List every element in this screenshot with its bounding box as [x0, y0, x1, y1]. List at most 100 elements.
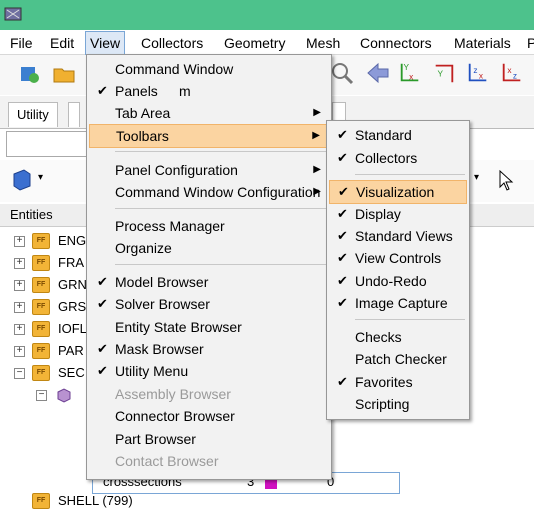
menu-item-solver-browser[interactable]: ✔ Solver Browser	[89, 293, 329, 315]
folder-icon: FF	[32, 277, 50, 293]
menu-separator	[355, 174, 465, 175]
menu-materials[interactable]: Materials	[450, 33, 515, 53]
tab-utility[interactable]: Utility	[8, 102, 58, 127]
tree-row-label: PAR	[58, 343, 84, 358]
import-icon[interactable]	[52, 61, 76, 85]
back-arrow-icon[interactable]	[366, 61, 390, 85]
menu-separator	[115, 264, 327, 265]
menu-bar: File Edit View Collectors Geometry Mesh …	[0, 30, 534, 55]
view-yx-icon[interactable]: Y	[432, 61, 456, 85]
svg-text:x: x	[479, 71, 484, 81]
app-icon	[4, 7, 22, 21]
menu-item-display[interactable]: ✔ Display	[329, 203, 467, 225]
command-input[interactable]	[6, 131, 88, 157]
tree-row[interactable]: + FF FRA	[8, 252, 88, 274]
menu-item-connector-browser[interactable]: Connector Browser	[89, 405, 329, 427]
tree-row-label: SEC	[58, 365, 85, 380]
submenu-arrow-icon: ▶	[313, 164, 321, 175]
folder-icon: FF	[32, 299, 50, 315]
title-bar	[0, 0, 534, 31]
open-model-icon[interactable]	[18, 61, 42, 85]
check-icon: ✔	[337, 127, 348, 142]
tree-row[interactable]: + FF ENG	[8, 230, 88, 252]
tree-row-label: GRN	[58, 277, 87, 292]
tree-row[interactable]: − FF SEC	[8, 362, 88, 384]
menu-item-panel-configuration[interactable]: Panel Configuration ▶	[89, 159, 329, 181]
svg-text:z: z	[473, 65, 477, 75]
shortcut-label: m	[179, 83, 191, 99]
menu-item-contact-browser: Contact Browser	[115, 453, 219, 469]
expand-icon[interactable]: +	[14, 346, 25, 357]
folder-icon: FF	[32, 321, 50, 337]
tab-next[interactable]	[68, 102, 80, 127]
menu-item-panels[interactable]: ✔ Panels m	[89, 80, 329, 102]
collapse-icon[interactable]: −	[36, 390, 47, 401]
menu-item-entity-state-browser[interactable]: Entity State Browser	[89, 316, 329, 338]
collapse-icon[interactable]: −	[14, 368, 25, 379]
menu-file[interactable]: File	[6, 33, 37, 53]
tree-row[interactable]: + FF GRS	[8, 296, 88, 318]
expand-icon[interactable]: +	[14, 258, 25, 269]
menu-item-patch-checker[interactable]: Patch Checker	[329, 348, 467, 370]
view-xz-icon[interactable]: xz	[500, 61, 524, 85]
tree-row[interactable]: −	[8, 384, 88, 406]
expand-icon[interactable]: +	[14, 302, 25, 313]
check-icon: ✔	[97, 274, 108, 289]
menu-item-model-browser[interactable]: ✔ Model Browser	[89, 271, 329, 293]
menu-item-collectors[interactable]: ✔ Collectors	[329, 147, 467, 169]
menu-separator	[355, 319, 465, 320]
menu-overflow[interactable]: P	[523, 33, 534, 53]
tree-row-label: FRA	[58, 255, 84, 270]
view-zx-icon[interactable]: zx	[466, 61, 490, 85]
tree-row[interactable]: FF SHELL (799)	[8, 490, 208, 512]
menu-item-tab-area[interactable]: Tab Area ▶	[89, 102, 329, 124]
menu-connectors[interactable]: Connectors	[356, 33, 436, 53]
folder-icon: FF	[32, 365, 50, 381]
menu-item-view-controls[interactable]: ✔ View Controls	[329, 247, 467, 269]
menu-item-toolbars[interactable]: Toolbars ▶	[89, 124, 329, 148]
view-xy-icon[interactable]: xY	[398, 61, 422, 85]
check-icon: ✔	[97, 83, 108, 98]
menu-item-standard-views[interactable]: ✔ Standard Views	[329, 225, 467, 247]
assembly-icon	[57, 388, 71, 403]
menu-item-favorites[interactable]: ✔ Favorites	[329, 371, 467, 393]
expand-icon[interactable]: +	[14, 280, 25, 291]
check-icon: ✔	[97, 341, 108, 356]
menu-item-mask-browser[interactable]: ✔ Mask Browser	[89, 338, 329, 360]
check-icon: ✔	[338, 184, 349, 199]
expand-icon[interactable]: +	[14, 324, 25, 335]
submenu-arrow-icon: ▶	[312, 130, 320, 141]
zoom-icon[interactable]	[330, 61, 354, 85]
menu-item-undo-redo[interactable]: ✔ Undo-Redo	[329, 270, 467, 292]
tree-row[interactable]: + FF PAR	[8, 340, 88, 362]
menu-item-scripting[interactable]: Scripting	[329, 393, 467, 415]
menu-item-image-capture[interactable]: ✔ Image Capture	[329, 292, 467, 314]
menu-item-command-window[interactable]: Command Window	[89, 58, 329, 80]
expand-icon[interactable]: +	[14, 236, 25, 247]
menu-item-visualization[interactable]: ✔ Visualization	[329, 180, 467, 204]
model-view-icon[interactable]	[10, 168, 34, 192]
menu-item-utility-menu[interactable]: ✔ Utility Menu	[89, 360, 329, 382]
select-cursor-icon[interactable]	[494, 168, 518, 192]
tree-row[interactable]: + FF IOFL	[8, 318, 88, 340]
menu-view[interactable]: View	[85, 31, 126, 55]
tree-row[interactable]: + FF GRN	[8, 274, 88, 296]
menu-separator	[115, 208, 327, 209]
menu-geometry[interactable]: Geometry	[220, 33, 289, 53]
menu-collectors[interactable]: Collectors	[137, 33, 207, 53]
model-view-dropdown-icon[interactable]: ▾	[38, 172, 43, 183]
menu-item-checks[interactable]: Checks	[329, 326, 467, 348]
tree-row-label: GRS	[58, 299, 87, 314]
menu-item-part-browser[interactable]: Part Browser	[89, 428, 329, 450]
menu-item-organize[interactable]: Organize	[89, 237, 329, 259]
menu-item-standard[interactable]: ✔ Standard	[329, 124, 467, 146]
menu-edit[interactable]: Edit	[46, 33, 78, 53]
menu-mesh[interactable]: Mesh	[302, 33, 344, 53]
menu-item-process-manager[interactable]: Process Manager	[89, 215, 329, 237]
entities-header-label: Entities	[10, 207, 53, 222]
menu-item-command-window-configuration[interactable]: Command Window Configuration ▶	[89, 181, 329, 203]
toolbars-submenu: ✔ Standard ✔ Collectors ✔ Visualization …	[326, 120, 470, 420]
check-icon: ✔	[337, 228, 348, 243]
select-dropdown-icon[interactable]: ▾	[474, 172, 479, 183]
svg-text:Y: Y	[438, 69, 444, 79]
